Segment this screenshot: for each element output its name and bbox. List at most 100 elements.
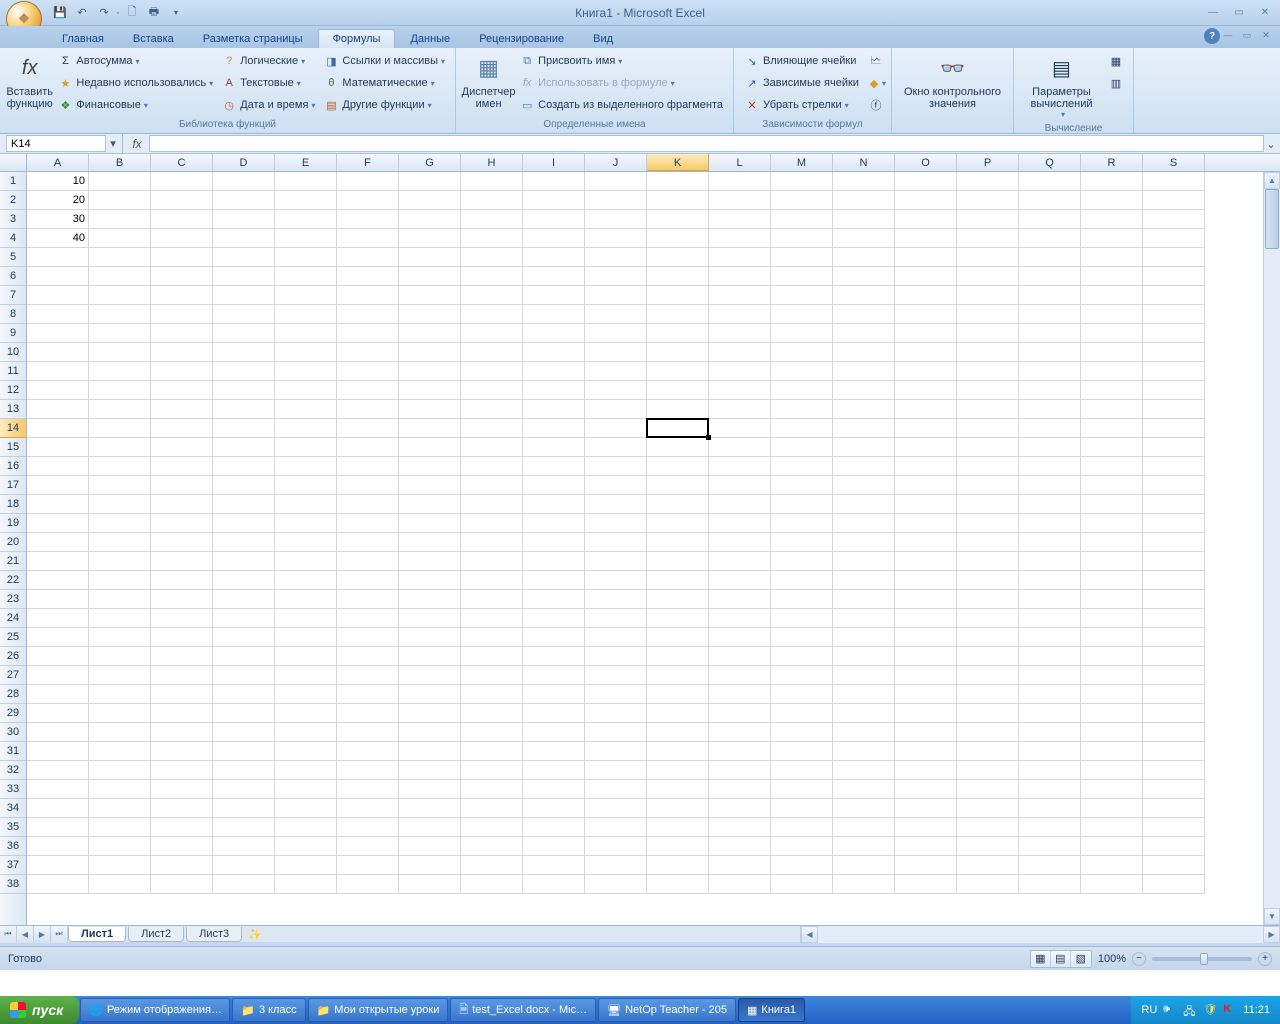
cell[interactable] — [1143, 324, 1205, 343]
cell[interactable] — [27, 419, 89, 438]
cell[interactable] — [895, 172, 957, 191]
cell[interactable] — [771, 533, 833, 552]
cell[interactable] — [461, 229, 523, 248]
cell[interactable] — [1081, 172, 1143, 191]
cell[interactable] — [213, 229, 275, 248]
column-header-L[interactable]: L — [709, 154, 771, 171]
cell[interactable] — [1143, 837, 1205, 856]
cell[interactable] — [461, 381, 523, 400]
cell[interactable] — [647, 495, 709, 514]
cell[interactable] — [585, 590, 647, 609]
cell[interactable] — [275, 191, 337, 210]
cell[interactable] — [399, 210, 461, 229]
cell[interactable] — [523, 875, 585, 894]
row-header-3[interactable]: 3 — [0, 210, 26, 229]
cell[interactable] — [89, 723, 151, 742]
cell[interactable] — [1081, 571, 1143, 590]
cell[interactable] — [89, 210, 151, 229]
row-header-4[interactable]: 4 — [0, 229, 26, 248]
row-header-19[interactable]: 19 — [0, 514, 26, 533]
cell[interactable] — [337, 571, 399, 590]
cell[interactable] — [585, 628, 647, 647]
cell[interactable] — [461, 191, 523, 210]
cell[interactable] — [1143, 305, 1205, 324]
cell[interactable] — [709, 799, 771, 818]
cell[interactable] — [647, 362, 709, 381]
cell[interactable] — [585, 172, 647, 191]
cell[interactable] — [275, 438, 337, 457]
cell[interactable] — [275, 210, 337, 229]
cell[interactable] — [523, 457, 585, 476]
cell[interactable] — [771, 305, 833, 324]
cell[interactable] — [151, 514, 213, 533]
cell[interactable] — [1019, 438, 1081, 457]
cell[interactable] — [275, 818, 337, 837]
cell[interactable] — [957, 514, 1019, 533]
row-header-34[interactable]: 34 — [0, 799, 26, 818]
cell[interactable] — [523, 172, 585, 191]
cell[interactable] — [337, 704, 399, 723]
print-preview-icon[interactable]: 🗋 — [122, 3, 142, 23]
cell[interactable] — [1081, 248, 1143, 267]
column-header-B[interactable]: B — [89, 154, 151, 171]
page-break-view-button[interactable]: ▧ — [1071, 951, 1091, 967]
cell[interactable] — [213, 837, 275, 856]
cell[interactable] — [1143, 742, 1205, 761]
cell[interactable] — [771, 837, 833, 856]
cell[interactable] — [27, 400, 89, 419]
cell[interactable] — [1081, 742, 1143, 761]
cell[interactable] — [771, 210, 833, 229]
cell[interactable] — [275, 229, 337, 248]
cell[interactable] — [957, 590, 1019, 609]
cell[interactable] — [1019, 172, 1081, 191]
cell[interactable] — [523, 761, 585, 780]
cell[interactable] — [585, 609, 647, 628]
cell[interactable] — [151, 438, 213, 457]
cell[interactable] — [461, 818, 523, 837]
cell[interactable] — [275, 419, 337, 438]
cell[interactable] — [523, 286, 585, 305]
sheet-nav-next[interactable]: ▶ — [34, 926, 51, 943]
cell[interactable] — [27, 495, 89, 514]
cell[interactable] — [151, 704, 213, 723]
cell[interactable] — [895, 229, 957, 248]
cell[interactable] — [585, 229, 647, 248]
text-button[interactable]: AТекстовые▾ — [217, 72, 319, 94]
ribbon-tab-formulas[interactable]: Формулы — [318, 29, 396, 48]
cell[interactable] — [337, 172, 399, 191]
cell[interactable] — [771, 571, 833, 590]
row-header-30[interactable]: 30 — [0, 723, 26, 742]
cell[interactable] — [461, 761, 523, 780]
cell[interactable] — [27, 590, 89, 609]
cell[interactable] — [709, 818, 771, 837]
cell[interactable] — [337, 324, 399, 343]
cell[interactable] — [523, 514, 585, 533]
cell[interactable] — [337, 799, 399, 818]
cell[interactable] — [275, 780, 337, 799]
qat-customize-icon[interactable]: ▾ — [166, 3, 186, 23]
row-header-12[interactable]: 12 — [0, 381, 26, 400]
cell[interactable] — [1081, 818, 1143, 837]
cell[interactable] — [151, 476, 213, 495]
cell[interactable] — [461, 438, 523, 457]
cell[interactable] — [1143, 628, 1205, 647]
cell[interactable] — [833, 780, 895, 799]
cell[interactable] — [585, 438, 647, 457]
cell[interactable] — [1143, 590, 1205, 609]
cell[interactable] — [151, 875, 213, 894]
cell[interactable]: 10 — [27, 172, 89, 191]
cell[interactable] — [151, 628, 213, 647]
cell[interactable] — [213, 191, 275, 210]
cell[interactable] — [337, 400, 399, 419]
row-header-28[interactable]: 28 — [0, 685, 26, 704]
cell[interactable] — [461, 856, 523, 875]
cell[interactable] — [771, 704, 833, 723]
cell[interactable] — [895, 666, 957, 685]
cell[interactable] — [89, 343, 151, 362]
cell[interactable] — [461, 590, 523, 609]
cell[interactable] — [523, 647, 585, 666]
cell[interactable] — [523, 210, 585, 229]
cell[interactable] — [833, 761, 895, 780]
logical-button[interactable]: ?Логические▾ — [217, 50, 319, 72]
cell[interactable] — [1019, 400, 1081, 419]
